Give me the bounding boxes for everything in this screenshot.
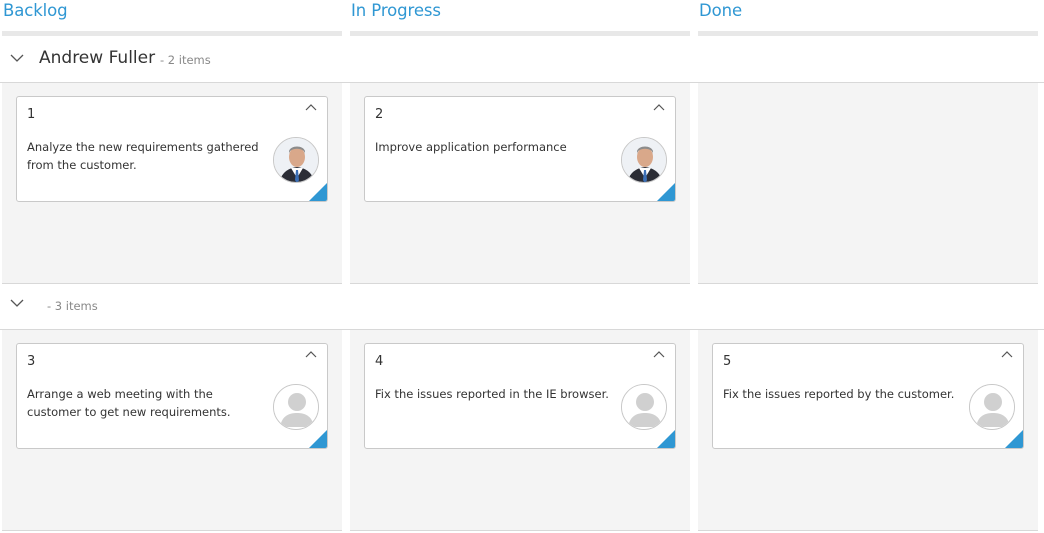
card-summary: Analyze the new requirements gathered fr… [27,140,259,172]
chevron-up-icon[interactable] [305,104,317,112]
kanban-card[interactable]: 2 Improve application performance [364,96,676,202]
chevron-down-icon[interactable] [10,51,24,65]
column-header-bar [698,31,1038,36]
card-id: 1 [27,107,36,122]
column-title: In Progress [351,1,441,20]
column-header-backlog: Backlog [2,0,342,37]
column-title: Backlog [3,1,68,20]
swimlane-item-count: - 2 items [160,53,211,67]
kanban-card[interactable]: 4 Fix the issues reported in the IE brow… [364,343,676,449]
card-corner-marker [1005,430,1023,448]
card-corner-marker [309,430,327,448]
swimlane-header-unassigned: - 3 items [0,284,1044,330]
column-title: Done [699,1,743,20]
column-header-bar [350,31,690,36]
swimlane-header-andrew-fuller: Andrew Fuller - 2 items [0,37,1044,83]
card-corner-marker [657,430,675,448]
card-corner-marker [657,183,675,201]
person-photo-icon [273,137,319,183]
chevron-up-icon[interactable] [653,351,665,359]
card-id: 3 [27,354,36,369]
default-user-icon [273,384,319,430]
swimlane-item-count: - 3 items [47,299,98,313]
swimlane-cell-done [698,83,1038,284]
card-summary: Fix the issues reported in the IE browse… [375,387,609,401]
kanban-card[interactable]: 1 Analyze the new requirements gathered … [16,96,328,202]
card-summary: Arrange a web meeting with the customer … [27,387,231,419]
chevron-up-icon[interactable] [305,351,317,359]
default-user-icon [621,384,667,430]
card-summary: Fix the issues reported by the customer. [723,387,955,401]
person-photo-icon [621,137,667,183]
swimlane-name: Andrew Fuller [39,48,156,68]
kanban-card[interactable]: 3 Arrange a web meeting with the custome… [16,343,328,449]
chevron-up-icon[interactable] [1001,351,1013,359]
column-header-bar [2,31,342,36]
card-id: 2 [375,107,384,122]
kanban-card[interactable]: 5 Fix the issues reported by the custome… [712,343,1024,449]
card-summary: Improve application performance [375,140,567,154]
card-corner-marker [309,183,327,201]
chevron-up-icon[interactable] [653,104,665,112]
card-id: 4 [375,354,384,369]
column-header-in-progress: In Progress [350,0,690,37]
default-user-icon [969,384,1015,430]
card-id: 5 [723,354,732,369]
column-header-done: Done [698,0,1038,37]
chevron-down-icon[interactable] [10,296,24,310]
